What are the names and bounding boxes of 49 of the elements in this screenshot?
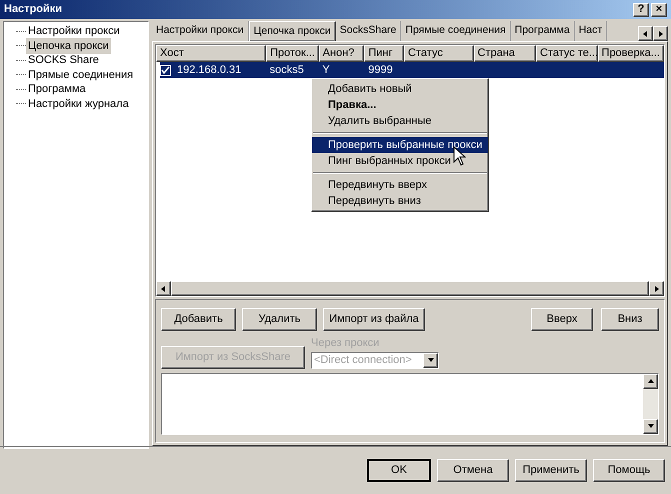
button[interactable]: Вниз [601, 308, 659, 331]
checkbox[interactable] [160, 64, 171, 76]
menu-item[interactable]: Проверить выбранные прокси [312, 137, 488, 153]
menu-item[interactable]: Передвинуть вниз [312, 193, 488, 209]
column-header[interactable]: Анон? [318, 45, 364, 62]
column-header[interactable]: Хост [156, 45, 266, 62]
button[interactable]: Отмена [437, 459, 509, 482]
tree-item[interactable]: Цепочка прокси [26, 38, 111, 54]
help-button[interactable]: ? [633, 2, 649, 16]
scroll-right-icon[interactable] [649, 281, 664, 296]
menu-item[interactable]: Правка... [312, 97, 488, 113]
tree-item[interactable]: Программа [26, 81, 88, 98]
tab[interactable]: Наст [574, 21, 608, 41]
button[interactable]: Вверх [531, 308, 593, 331]
column-header[interactable]: Статус [404, 45, 474, 62]
column-header[interactable]: Проверка... [598, 45, 664, 62]
tree-item[interactable]: SOCKS Share [26, 52, 101, 68]
column-header[interactable]: Проток... [266, 45, 319, 62]
scroll-right-icon[interactable] [653, 26, 668, 41]
table-row[interactable]: 192.168.0.31 socks5 Y 9999 [160, 62, 664, 78]
tab[interactable]: Цепочка прокси [248, 21, 336, 41]
tree-item[interactable]: Прямые соединения [26, 66, 136, 83]
menu-item[interactable]: Передвинуть вверх [312, 177, 488, 193]
button[interactable]: Помощь [593, 459, 665, 482]
table-cell: 9999 [368, 64, 393, 76]
scroll-left-icon[interactable] [156, 281, 171, 296]
column-header[interactable]: Пинг [364, 45, 404, 62]
scroll-up-icon[interactable] [643, 374, 658, 388]
tree-item[interactable]: Настройки прокси [26, 23, 122, 40]
close-button[interactable]: × [651, 2, 667, 16]
tab[interactable]: SocksShare [336, 21, 402, 41]
column-header[interactable]: Страна [474, 45, 536, 62]
tab[interactable]: Прямые соединения [401, 21, 511, 41]
scroll-down-icon[interactable] [643, 418, 658, 434]
button[interactable]: Импорт из файла [323, 308, 425, 331]
menu-item[interactable]: Удалить выбранные [312, 113, 488, 129]
tab[interactable]: Программа [510, 21, 575, 41]
scroll-left-icon[interactable] [638, 26, 653, 41]
window-title: Настройки [4, 2, 62, 18]
tree-item[interactable]: Настройки журнала [26, 96, 131, 112]
button[interactable]: Применить [515, 459, 587, 482]
button[interactable]: OK [367, 459, 431, 482]
table-cell: Y [322, 64, 330, 76]
menu-item[interactable]: Пинг выбранных прокси [312, 153, 488, 169]
table-cell: 192.168.0.31 [177, 64, 242, 76]
button[interactable]: Удалить [242, 308, 317, 331]
menu-item[interactable]: Добавить новый [312, 81, 488, 97]
table-cell: socks5 [270, 64, 304, 76]
button[interactable]: Добавить [161, 308, 236, 331]
